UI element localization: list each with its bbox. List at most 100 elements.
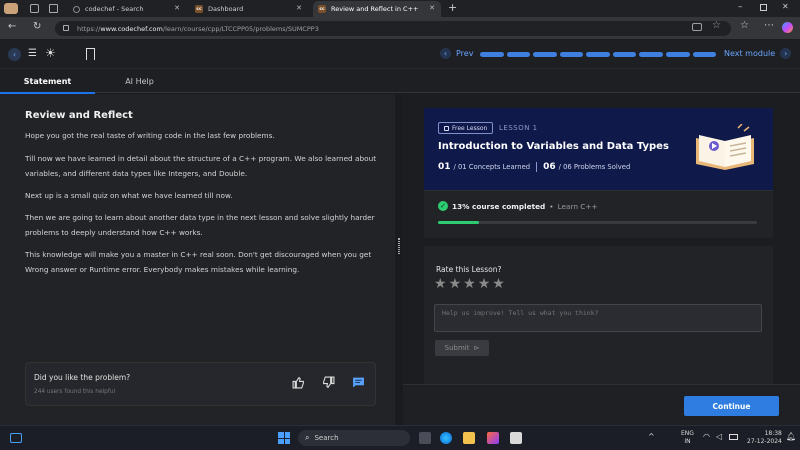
check-circle-icon: ✓ [438,201,448,211]
course-progress-fill [438,221,480,224]
taskbar-search-label: Search [314,434,339,442]
browser-tab-dashboard[interactable]: cc Dashboard ✕ [190,1,308,17]
profile-avatar[interactable] [4,3,18,14]
new-tab-button[interactable]: + [448,1,457,14]
start-button[interactable] [278,432,290,444]
browser-tab-search[interactable]: codechef - Search ✕ [68,1,186,17]
next-module-label: Next module [724,49,776,58]
close-icon[interactable]: ✕ [174,4,180,12]
battery-icon[interactable] [729,434,738,440]
clock[interactable]: 18:38 27-12-2024 [747,430,782,446]
problem-title: Review and Reflect [25,110,133,121]
back-icon[interactable]: ← [8,21,16,32]
chevron-up-icon[interactable]: ^ [648,432,655,441]
rating-card: Rate this Lesson? ★★★★★ Submit ⊳ [424,246,773,386]
taskbar-search[interactable]: ⌕ Search [298,430,410,446]
store-icon[interactable] [487,432,499,444]
submit-label: Submit [444,344,470,352]
theme-sun-icon[interactable]: ☀ [45,46,56,60]
chevron-right-icon: › [780,48,792,59]
progress-segment [559,52,584,57]
concepts-total: / 01 Concepts Learned [453,163,531,171]
star-icon[interactable]: ★ [478,276,491,292]
wifi-icon[interactable]: ◠ [703,432,710,441]
windows-taskbar: ⌕ Search ^ ENG IN ◠ ◁ 18:38 27-12-2024 🔔… [0,425,800,450]
statement-paragraph: Hope you got the real taste of writing c… [25,131,275,140]
badge-label: Free Lesson [452,124,488,132]
browser-tab-label: Dashboard [208,5,244,13]
progress-segment [480,52,504,57]
region-code: IN [684,438,691,445]
read-aloud-icon[interactable] [692,23,702,31]
progress-percent-text: 13% course completed [452,201,546,211]
star-icon[interactable]: ★ [463,276,476,292]
copilot-icon[interactable] [782,22,793,33]
concepts-done: 01 [438,162,451,172]
edge-browser-icon[interactable] [440,432,452,444]
keyboard-language[interactable]: ENG IN [681,430,694,446]
maximize-button[interactable] [760,4,767,11]
problems-done: 06 [543,162,556,172]
comment-icon[interactable] [352,376,365,389]
feedback-textarea[interactable] [434,304,762,332]
browser-tab-review[interactable]: cc Review and Reflect in C++ ✕ [313,1,441,17]
collections-icon[interactable]: ☆ [740,20,749,31]
close-icon[interactable]: ✕ [296,4,302,12]
close-icon[interactable]: ✕ [429,4,435,12]
rating-label: Rate this Lesson? [436,265,502,274]
lesson-card: Free Lesson LESSON 1 Introduction to Var… [424,108,773,190]
widgets-icon[interactable] [10,433,22,443]
next-module-button[interactable]: Next module › [724,48,792,59]
statement-paragraph: Till now we have learned in detail about… [25,154,377,178]
module-progress-bar [480,52,717,57]
list-icon[interactable]: ☰ [28,48,37,59]
stats-separator [536,162,538,172]
panel-resize-handle[interactable] [395,94,403,425]
continue-button[interactable]: Continue [684,396,779,416]
thumbs-up-icon[interactable] [292,376,305,389]
codechef-logo: cc [195,5,203,13]
search-icon: ⌕ [305,433,310,442]
prev-button[interactable]: ‹ Prev [440,48,473,59]
statement-paragraph: Next up is a small quiz on what we have … [25,191,233,200]
progress-segment [533,52,557,57]
progress-line: ✓ 13% course completed • Learn C++ [438,201,598,211]
sidebar-collapse-button[interactable]: ‹ [8,48,21,61]
submit-button[interactable]: Submit ⊳ [435,340,489,356]
tab-actions-icon[interactable] [30,4,39,13]
star-icon[interactable]: ★ [449,276,462,292]
course-name: Learn C++ [557,201,598,211]
clock-date: 27-12-2024 [747,438,782,445]
url-path: /learn/course/cpp/LTCCPP05/problems/SUMC… [162,24,319,33]
progress-segment [639,52,663,57]
url-prefix: https:// [77,24,101,33]
url-field[interactable]: https://www.codechef.com/learn/course/cp… [55,21,731,36]
browser-tab-label: Review and Reflect in C++ [331,5,419,13]
send-icon: ⊳ [473,344,480,352]
lang-code: ENG [681,430,694,437]
statement-paragraph: Then we are going to learn about another… [25,213,375,237]
notifications-bell-icon[interactable]: 🔔︎ [786,432,796,441]
chevron-left-icon: ‹ [440,48,451,59]
task-view-icon[interactable] [419,432,431,444]
url-domain: www.codechef.com [100,24,163,33]
minimize-button[interactable]: – [738,2,743,12]
app-header: ‹ ☰ ☀ ‹ Prev Next module › [0,40,800,69]
tab-statement[interactable]: Statement [0,69,95,94]
tab-ai-help[interactable]: AI Help [92,69,187,93]
settings-more-icon[interactable]: ⋯ [764,20,774,31]
thumbs-down-icon[interactable] [322,376,335,389]
star-rating: ★ ★ ★ ★ ★ [434,276,505,292]
file-explorer-icon[interactable] [463,432,475,444]
close-window-button[interactable]: ✕ [782,2,789,11]
favorite-star-icon[interactable]: ☆ [712,20,721,31]
star-icon[interactable]: ★ [492,276,505,292]
star-icon[interactable]: ★ [434,276,447,292]
app-icon[interactable] [510,432,522,444]
statement-panel: Review and Reflect Hope you got the real… [0,94,395,425]
volume-icon[interactable]: ◁ [716,432,722,441]
browser-tab-label: codechef - Search [85,5,144,13]
workspaces-icon[interactable] [49,4,58,13]
bookmark-icon[interactable] [86,48,95,60]
reload-icon[interactable]: ↻ [33,21,41,32]
